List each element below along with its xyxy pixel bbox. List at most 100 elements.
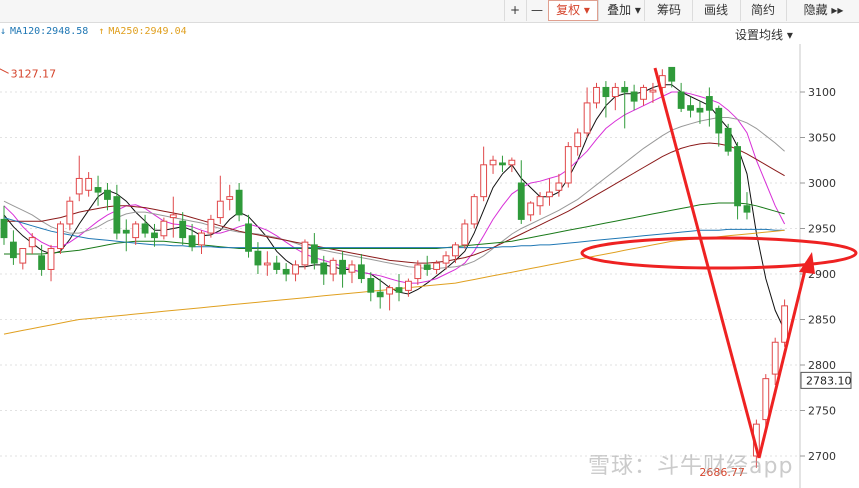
candle-body [452, 244, 459, 257]
candle-body [555, 182, 563, 191]
candle-body [329, 259, 337, 275]
candle-body [376, 291, 384, 298]
candle-body [188, 235, 196, 248]
candle-body [395, 287, 403, 293]
candle-body [151, 232, 158, 239]
candle-body [442, 255, 450, 264]
high-annotation-label: 3127.17 [11, 67, 57, 80]
candle-body [461, 223, 469, 246]
candle-body [762, 378, 770, 421]
candle-body [367, 278, 375, 293]
candle-body [546, 191, 553, 198]
ma-line-ma20 [3, 117, 785, 269]
candle-body [743, 205, 751, 213]
candle-body [216, 200, 224, 219]
y-tick-label: 3050 [808, 132, 836, 145]
candle-body [94, 187, 102, 193]
candle-body [715, 107, 723, 134]
ma-line-ma5 [3, 84, 786, 331]
candle-body [254, 250, 262, 266]
candle-body [414, 264, 422, 280]
candle-body [122, 229, 130, 234]
y-tick-label: 2700 [808, 450, 836, 463]
candle-body [235, 189, 243, 216]
candle-body [245, 223, 252, 252]
candle-body [113, 196, 121, 234]
candle-body [141, 223, 149, 234]
candle-body [696, 107, 704, 113]
candle-body [0, 218, 8, 239]
candle-body [517, 182, 525, 220]
candle-body [489, 159, 497, 166]
candle-body [226, 196, 234, 200]
candle-body [630, 91, 638, 102]
candle-body [19, 248, 27, 264]
candle-body [57, 223, 64, 250]
candle-body [75, 177, 83, 195]
candle-body [668, 66, 676, 82]
ma-line-ma250 [3, 229, 785, 335]
y-tick-label: 2850 [808, 314, 836, 327]
candle-body [169, 214, 177, 219]
highlight-ellipse [580, 236, 858, 270]
candle-body [781, 305, 789, 343]
candle-body [574, 132, 582, 148]
candle-body [583, 102, 591, 134]
candle-body [207, 218, 215, 234]
candle-body [687, 105, 694, 111]
candle-body [593, 86, 600, 104]
candle-body [404, 280, 412, 291]
y-tick-label: 2800 [808, 359, 836, 372]
candle-body [508, 159, 516, 166]
y-tick-label: 3100 [808, 86, 836, 99]
annotation-down-stroke [653, 67, 761, 459]
candle-body [339, 259, 346, 275]
candle-body [734, 146, 741, 207]
candle-body [263, 262, 271, 266]
candle-body [47, 248, 55, 270]
candle-body [320, 262, 328, 275]
candle-body [640, 86, 647, 100]
candle-body [28, 237, 36, 248]
y-tick-label: 2750 [808, 405, 836, 418]
candle-body [705, 96, 713, 111]
candle-body [433, 262, 441, 270]
candle-body [273, 262, 281, 270]
candle-body [310, 244, 318, 264]
candle-body [85, 177, 93, 191]
kline-chart[interactable]: 2700275028002850290029503000305031003127… [0, 0, 859, 488]
candle-body [282, 268, 290, 275]
high-annotation-pointer [0, 68, 9, 74]
annotation-arrowhead [799, 252, 815, 274]
candle-body [649, 89, 657, 93]
candle-body [386, 287, 394, 295]
candle-body [677, 91, 685, 109]
candle-body [160, 220, 168, 237]
candle-body [564, 146, 572, 184]
candle-body [423, 264, 431, 270]
candle-body [9, 241, 17, 259]
y-tick-label: 2950 [808, 223, 836, 236]
candle-body [470, 196, 478, 225]
candle-body [348, 264, 356, 273]
candle-body [771, 341, 779, 375]
last-price-label: 2783.10 [806, 374, 852, 387]
candle-body [724, 127, 732, 152]
candle-body [104, 189, 111, 200]
candle-body [38, 255, 46, 270]
candle-body [198, 232, 205, 246]
ma-line-ma30 [4, 142, 785, 264]
y-tick-label: 3000 [808, 177, 836, 190]
candle-body [602, 86, 610, 98]
candle-body [480, 164, 488, 198]
candle-body [536, 196, 544, 207]
candle-body [179, 220, 187, 239]
candle-body [499, 162, 506, 166]
candle-body [301, 241, 309, 266]
candle-body [292, 264, 299, 275]
candle-body [621, 86, 629, 93]
candle-body [357, 264, 365, 280]
candle-body [611, 86, 619, 98]
candle-body [66, 200, 74, 225]
candle-body [132, 223, 140, 239]
